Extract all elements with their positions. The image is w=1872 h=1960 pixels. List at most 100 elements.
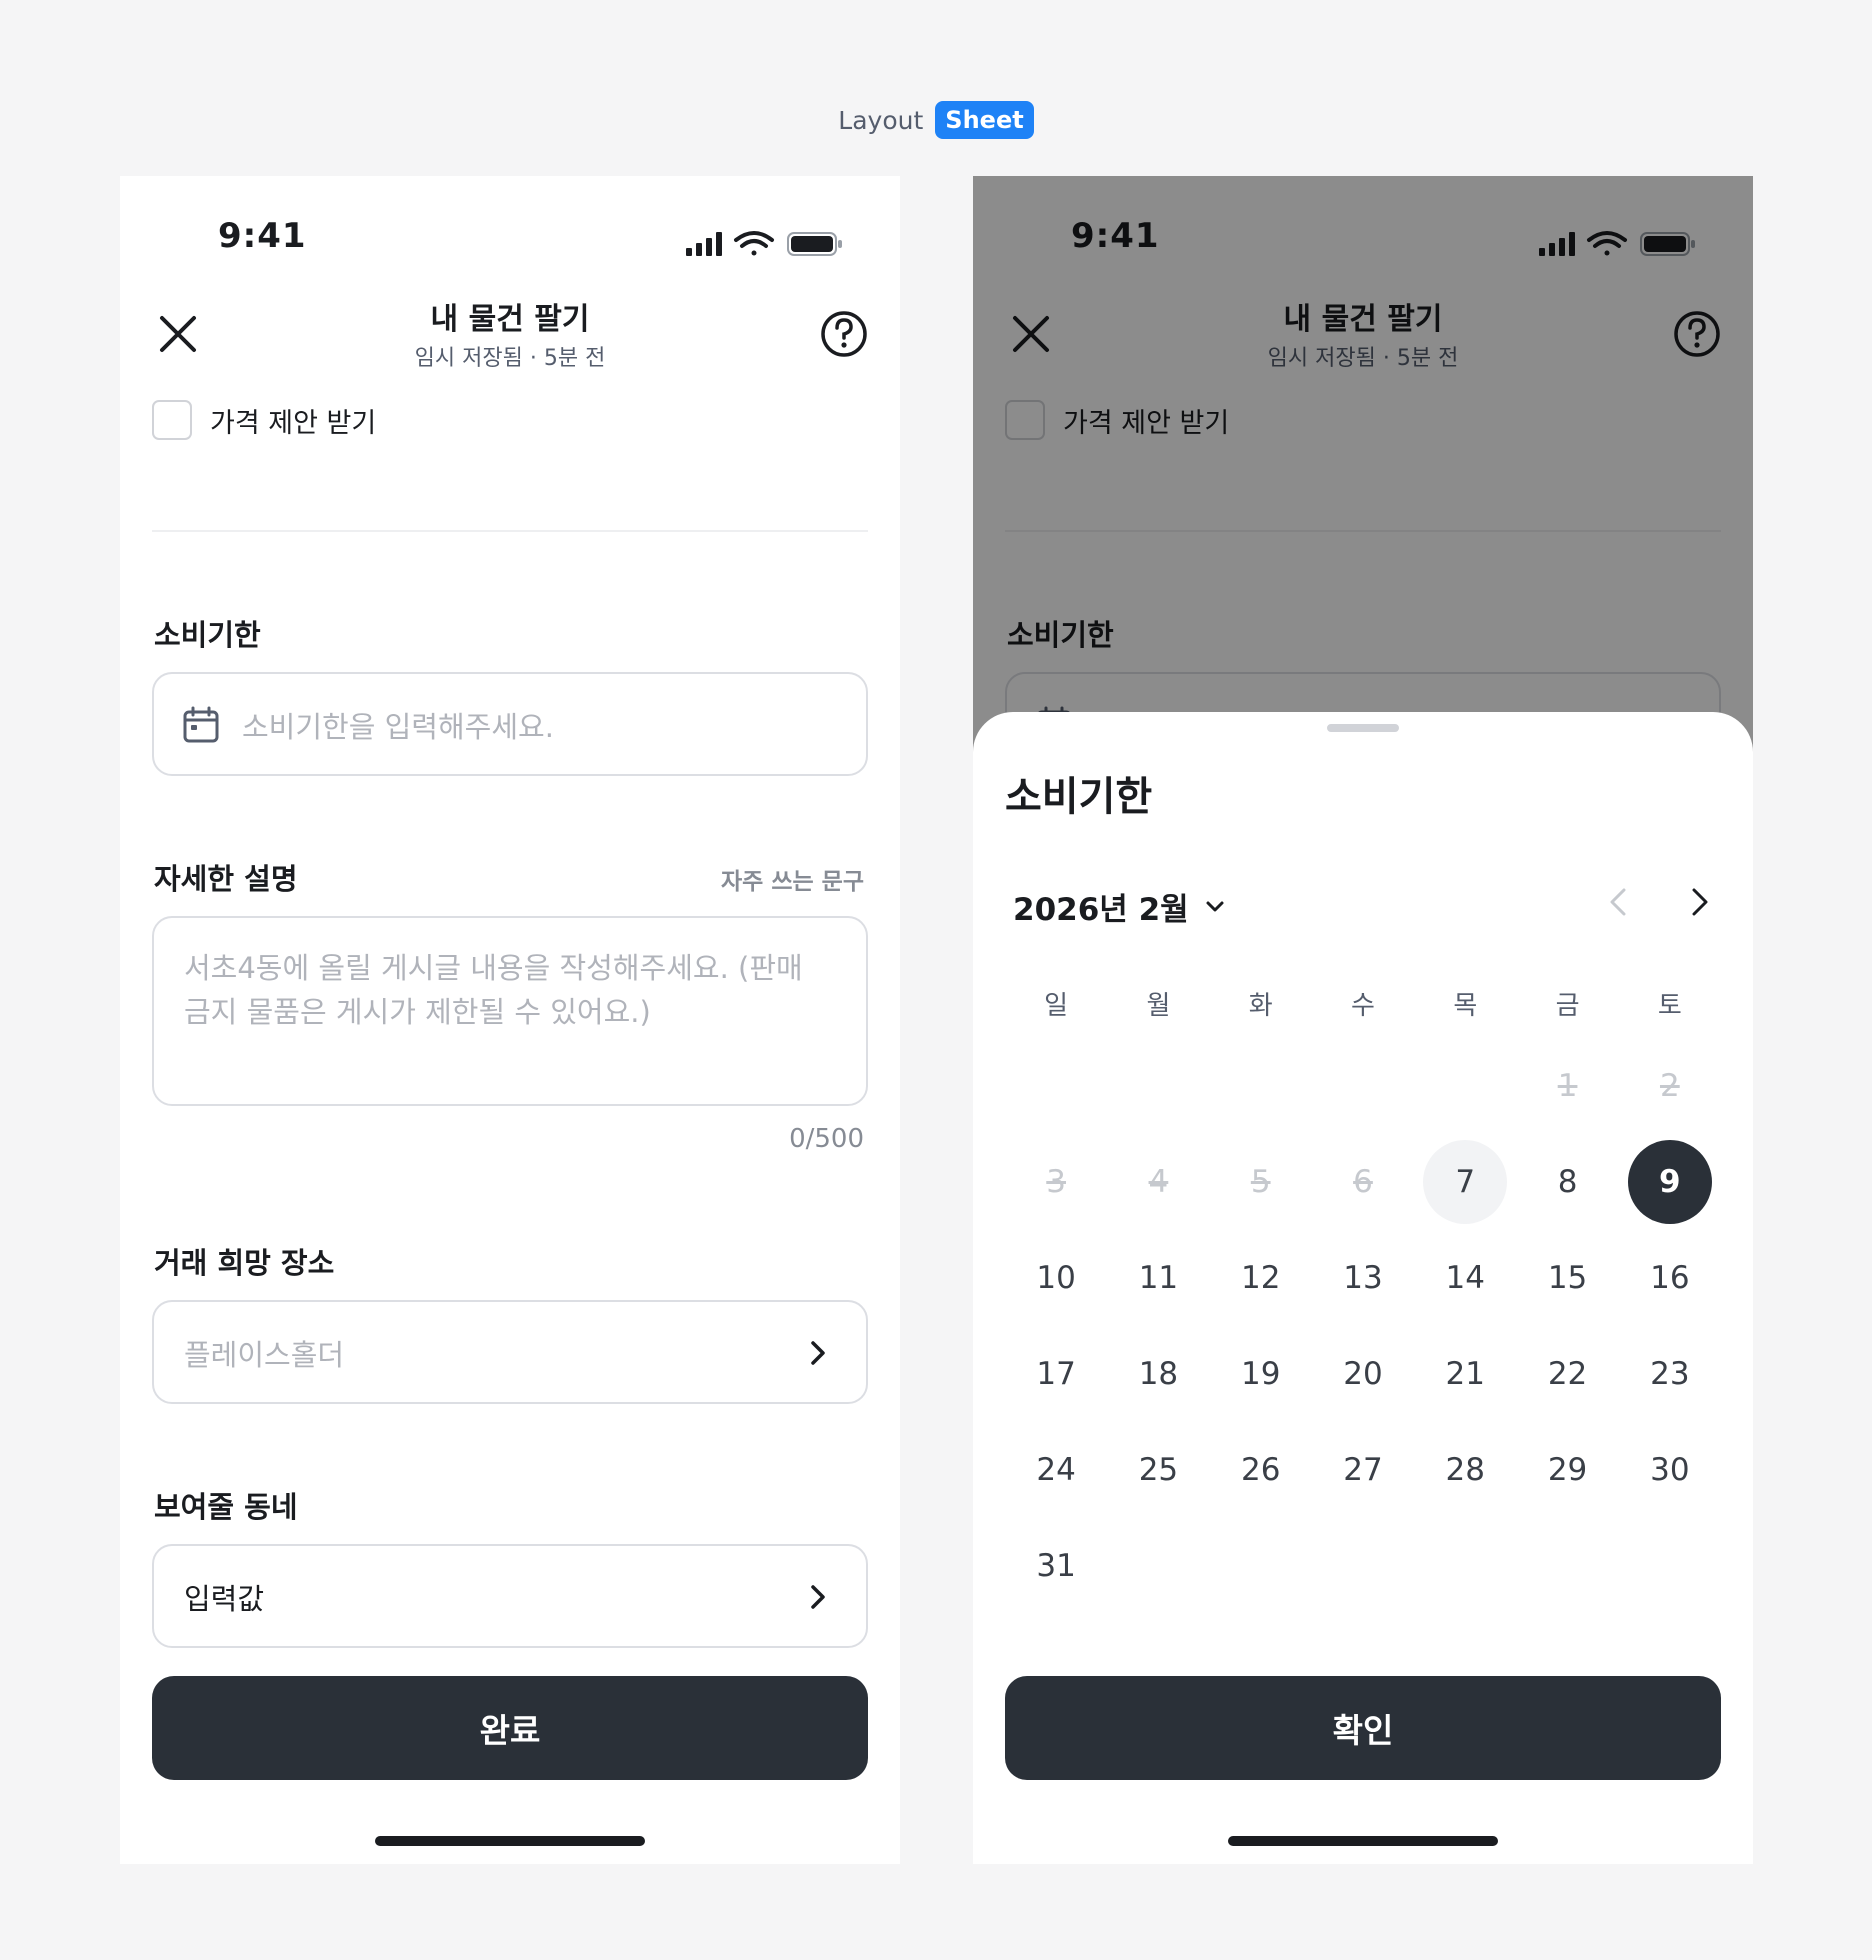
- calendar-day-number: 9: [1627, 1140, 1712, 1224]
- description-placeholder-line: 금지 물품은 게시가 제한될 수 있어요.): [184, 995, 651, 1029]
- calendar-day[interactable]: 25: [1107, 1422, 1209, 1518]
- calendar-day[interactable]: 17: [1005, 1326, 1107, 1422]
- calendar-day-number: 23: [1650, 1356, 1690, 1392]
- chevron-left-icon[interactable]: [1591, 874, 1647, 930]
- status-icons: [686, 231, 842, 256]
- calendar-day: 2: [1619, 1038, 1721, 1134]
- calendar-day[interactable]: 24: [1005, 1422, 1107, 1518]
- calendar-day-number: 13: [1343, 1260, 1383, 1296]
- chevron-right-icon[interactable]: [1671, 874, 1727, 930]
- calendar-day[interactable]: 20: [1312, 1326, 1414, 1422]
- calendar-day: 3: [1005, 1134, 1107, 1230]
- calendar-day[interactable]: 27: [1312, 1422, 1414, 1518]
- calendar-day-number: 25: [1138, 1452, 1179, 1488]
- calendar-day[interactable]: 28: [1414, 1422, 1516, 1518]
- sheet-grabber[interactable]: [1327, 724, 1399, 732]
- price-offer-checkbox[interactable]: [152, 400, 192, 440]
- description-textarea[interactable]: 서초4동에 올릴 게시글 내용을 작성해주세요. (판매 금지 물품은 게시가 …: [152, 916, 868, 1106]
- sheet-title: 소비기한: [1005, 774, 1153, 820]
- calendar-day[interactable]: 30: [1619, 1422, 1721, 1518]
- calendar-day-number: 15: [1547, 1260, 1588, 1296]
- calendar-day[interactable]: 16: [1619, 1230, 1721, 1326]
- chevron-down-icon: [1206, 901, 1224, 911]
- calendar-blank-cell: [1312, 1038, 1414, 1134]
- submit-button[interactable]: 완료: [152, 1676, 868, 1780]
- calendar-day-number: 18: [1138, 1356, 1179, 1392]
- battery-icon: [787, 232, 842, 256]
- calendar-blank-cell: [1414, 1038, 1516, 1134]
- signal-icon: [686, 232, 722, 256]
- month-selector[interactable]: 2026년 2월: [1013, 884, 1227, 929]
- calendar-day[interactable]: 8: [1516, 1134, 1618, 1230]
- calendar-day-number: 27: [1343, 1452, 1383, 1488]
- home-indicator: [1228, 1836, 1498, 1846]
- weekday-label: 수: [1351, 990, 1375, 1021]
- price-offer-row[interactable]: 가격 제안 받기: [152, 398, 376, 442]
- calendar-day[interactable]: 14: [1414, 1230, 1516, 1326]
- calendar-day-number: 22: [1547, 1356, 1588, 1392]
- calendar-day[interactable]: 13: [1312, 1230, 1414, 1326]
- calendar-day[interactable]: 21: [1414, 1326, 1516, 1422]
- calendar-day-selected[interactable]: 9: [1619, 1134, 1721, 1230]
- calendar-day-number: 17: [1036, 1356, 1076, 1392]
- page-title: 내 물건 팔기: [430, 302, 590, 337]
- weekday-label: 화: [1248, 990, 1273, 1021]
- calendar-day-number: 12: [1240, 1260, 1281, 1296]
- calendar-day-number: 24: [1036, 1452, 1076, 1488]
- price-offer-label: 가격 제안 받기: [210, 407, 377, 439]
- confirm-button[interactable]: 확인: [1005, 1676, 1721, 1780]
- wifi-icon: [734, 231, 774, 256]
- calendar-day-number: 8: [1557, 1164, 1578, 1200]
- calendar-day-number: 2: [1659, 1068, 1680, 1104]
- calendar-day[interactable]: 19: [1210, 1326, 1312, 1422]
- weekday-label: 토: [1657, 990, 1682, 1021]
- calendar-blank-cell: [1005, 1038, 1107, 1134]
- place-label: 거래 희망 장소: [154, 1246, 335, 1280]
- calendar-day-number: 19: [1240, 1356, 1281, 1392]
- calendar-day-number: 26: [1240, 1452, 1281, 1488]
- calendar-day-number: 5: [1250, 1164, 1271, 1200]
- chevron-right-icon: [811, 1585, 825, 1609]
- calendar-day[interactable]: 23: [1619, 1326, 1721, 1422]
- status-bar: 9:41: [120, 216, 900, 272]
- chevron-right-icon: [811, 1341, 825, 1365]
- date-picker-sheet: 소비기한 2026년 2월 일 월 화 수 목 금 토 1 2 3 4 5 6 7 8 9 10 1…: [973, 712, 1753, 1864]
- calendar-grid: 일 월 화 수 목 금 토 1 2 3 4 5 6 7 8 9 10 11 12 13 14 15 16 17 1…: [1005, 968, 1721, 1614]
- calendar-day-number: 31: [1036, 1548, 1076, 1584]
- calendar-blank-cell: [1107, 1038, 1209, 1134]
- description-label: 자세한 설명: [154, 862, 298, 896]
- place-select[interactable]: 플레이스홀더: [152, 1300, 868, 1404]
- calendar-day-number: 11: [1138, 1260, 1179, 1296]
- calendar-day[interactable]: 15: [1516, 1230, 1618, 1326]
- calendar-icon: [183, 706, 219, 743]
- place-placeholder: 플레이스홀더: [184, 1338, 345, 1372]
- expiry-placeholder: 소비기한을 입력해주세요.: [242, 710, 554, 744]
- phone-sheet-screen: 9:41 내 물건 팔기 임시 저장됨 · 5분 전 가격 제안 받기 소비기한…: [973, 176, 1753, 1864]
- calendar-day[interactable]: 31: [1005, 1518, 1107, 1614]
- phone-form-screen: 9:41 내 물건 팔기 임시 저장됨 · 5분 전 가격 제안 받기 소비기한…: [120, 176, 900, 1864]
- month-label: 2026년 2월: [1013, 892, 1189, 928]
- calendar-day[interactable]: 12: [1210, 1230, 1312, 1326]
- calendar-day-number: 21: [1445, 1356, 1485, 1392]
- calendar-day-number: 4: [1148, 1164, 1169, 1200]
- neighborhood-label: 보여줄 동네: [154, 1490, 298, 1524]
- calendar-day: 4: [1107, 1134, 1209, 1230]
- calendar-day-number: 16: [1650, 1260, 1690, 1296]
- layout-caption: Layout Sheet: [0, 100, 1872, 140]
- help-icon[interactable]: [816, 306, 872, 362]
- top-nav: 내 물건 팔기 임시 저장됨 · 5분 전: [120, 286, 900, 386]
- calendar-day[interactable]: 26: [1210, 1422, 1312, 1518]
- calendar-day[interactable]: 10: [1005, 1230, 1107, 1326]
- calendar-day[interactable]: 11: [1107, 1230, 1209, 1326]
- calendar-day-number: 1: [1557, 1068, 1578, 1104]
- frequent-phrases-link[interactable]: 자주 쓰는 문구: [721, 862, 864, 896]
- calendar-day-number: 28: [1445, 1452, 1485, 1488]
- calendar-day[interactable]: 29: [1516, 1422, 1618, 1518]
- home-indicator: [375, 1836, 645, 1846]
- expiry-date-input[interactable]: 소비기한을 입력해주세요.: [152, 672, 868, 776]
- calendar-day-today[interactable]: 7: [1414, 1134, 1516, 1230]
- section-divider: [152, 530, 868, 532]
- neighborhood-select[interactable]: 입력값: [152, 1544, 868, 1648]
- calendar-day[interactable]: 22: [1516, 1326, 1618, 1422]
- calendar-day[interactable]: 18: [1107, 1326, 1209, 1422]
